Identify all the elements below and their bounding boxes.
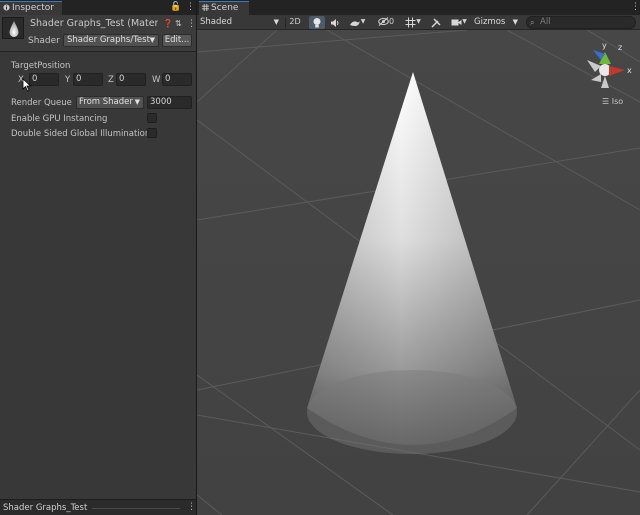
w-component-label[interactable]: W	[152, 75, 160, 85]
preview-drag-handle[interactable]	[92, 508, 180, 509]
tools-icon	[431, 18, 441, 28]
hidden-objects-toggle[interactable]: 0	[375, 16, 397, 29]
chevron-down-icon: ▼	[149, 36, 155, 44]
chevron-down-icon: ▼	[416, 18, 421, 25]
preset-icon[interactable]: ⇅	[175, 19, 182, 29]
draw-mode-value: Shaded	[200, 17, 233, 27]
audio-icon	[331, 19, 339, 27]
y-component-field[interactable]: 0	[73, 73, 103, 86]
render-queue-value-field[interactable]: 3000	[147, 96, 192, 109]
2d-mode-toggle[interactable]: 2D	[287, 16, 303, 29]
material-header: Shader Graphs_Test (Material) ❓ ⇅ ⋮ Shad…	[0, 15, 196, 52]
axis-x-label: x	[627, 66, 632, 75]
help-icon[interactable]: ❓	[163, 19, 173, 29]
gpu-instancing-checkbox[interactable]	[147, 113, 157, 123]
inspector-panel: Inspector 🔓 ⋮ Shader Graphs_Test (Materi…	[0, 0, 196, 515]
effects-icon	[349, 21, 360, 26]
preview-bar[interactable]: Shader Graphs_Test ⋮	[0, 499, 196, 515]
grid-snap-dropdown[interactable]: ▼	[401, 16, 425, 29]
z-component-label[interactable]: Z	[108, 75, 114, 85]
render-queue-label: Render Queue	[11, 98, 72, 108]
component-menu-kebab-icon[interactable]: ⋮	[187, 19, 196, 29]
scene-viewport[interactable]: y x z	[197, 29, 640, 515]
scene-toolbar: Shaded ▼ 2D ▼ 0 ▼ ▼ Gizmos ▼ ⌕ All	[197, 15, 640, 30]
inspector-menu-kebab-icon[interactable]: ⋮	[186, 2, 195, 13]
projection-text: Iso	[611, 97, 624, 106]
material-preview-thumbnail	[2, 17, 24, 39]
tab-scene[interactable]: Scene	[199, 1, 249, 15]
chevron-down-icon: ▼	[462, 18, 467, 25]
tab-inspector-label: Inspector	[12, 3, 54, 13]
material-drop-icon	[9, 21, 19, 37]
tab-scene-label: Scene	[211, 3, 239, 13]
double-sided-gi-label: Double Sided Global Illumination	[11, 129, 151, 139]
projection-icon: ☰	[602, 97, 612, 106]
target-position-label: TargetPosition	[11, 61, 71, 71]
audio-toggle[interactable]	[328, 16, 342, 29]
render-queue-mode-dropdown[interactable]: From Shader ▼	[76, 96, 144, 109]
preview-title: Shader Graphs_Test	[3, 503, 88, 513]
inspector-tabbar: Inspector 🔓 ⋮	[0, 0, 196, 15]
shader-dropdown-value: Shader Graphs/Test	[67, 35, 150, 45]
axis-y-label: y	[602, 41, 607, 50]
tab-inspector[interactable]: Inspector	[0, 1, 62, 15]
mouse-cursor-icon	[22, 78, 32, 92]
preview-menu-kebab-icon[interactable]: ⋮	[187, 502, 196, 512]
info-icon	[3, 4, 10, 11]
y-component-label[interactable]: Y	[65, 75, 70, 85]
double-sided-gi-checkbox[interactable]	[147, 128, 157, 138]
shader-label: Shader	[28, 36, 60, 46]
visibility-icon	[378, 17, 389, 26]
scene-search-input[interactable]: ⌕ All	[526, 16, 636, 29]
grid-snap-icon	[405, 17, 416, 28]
shader-dropdown[interactable]: Shader Graphs/Test ▼	[63, 34, 159, 47]
w-component-field[interactable]: 0	[162, 73, 192, 86]
effects-dropdown[interactable]: ▼	[344, 16, 370, 29]
toolbar-separator	[285, 17, 286, 28]
chevron-down-icon: ▼	[360, 18, 366, 25]
lighting-toggle[interactable]	[309, 16, 325, 29]
scene-canvas[interactable]: y x z	[197, 29, 640, 515]
render-queue-mode-value: From Shader	[79, 97, 133, 107]
gizmos-label: Gizmos	[474, 17, 506, 27]
x-component-field[interactable]: 0	[29, 73, 59, 86]
axis-z-label: z	[618, 43, 622, 52]
edit-shader-button[interactable]: Edit...	[162, 34, 192, 47]
search-icon: ⌕	[530, 18, 535, 27]
projection-mode-label[interactable]: ☰ Iso	[602, 97, 623, 106]
material-name: Shader Graphs_Test (Material)	[30, 18, 158, 29]
scene-panel: Scene ⋮ Shaded ▼ 2D ▼ 0 ▼ ▼ Gizmos ▼ ⌕ A…	[197, 0, 640, 515]
grid-icon	[202, 4, 209, 11]
chevron-down-icon: ▼	[273, 18, 279, 26]
chevron-down-icon: ▼	[512, 18, 518, 26]
scene-tabbar: Scene ⋮	[197, 0, 640, 15]
camera-dropdown[interactable]: ▼	[449, 16, 469, 29]
camera-icon	[451, 19, 462, 26]
gizmos-dropdown[interactable]: Gizmos ▼	[472, 16, 520, 29]
gpu-instancing-label: Enable GPU Instancing	[11, 114, 108, 124]
tools-toggle[interactable]	[429, 16, 443, 29]
lock-icon[interactable]: 🔓	[170, 2, 181, 13]
light-icon	[313, 18, 321, 28]
draw-mode-dropdown[interactable]: Shaded ▼	[199, 16, 281, 29]
hidden-count: 0	[388, 17, 395, 26]
scene-menu-kebab-icon[interactable]: ⋮	[631, 2, 640, 13]
chevron-down-icon: ▼	[134, 98, 140, 106]
search-placeholder: All	[540, 17, 551, 27]
z-component-field[interactable]: 0	[116, 73, 146, 86]
